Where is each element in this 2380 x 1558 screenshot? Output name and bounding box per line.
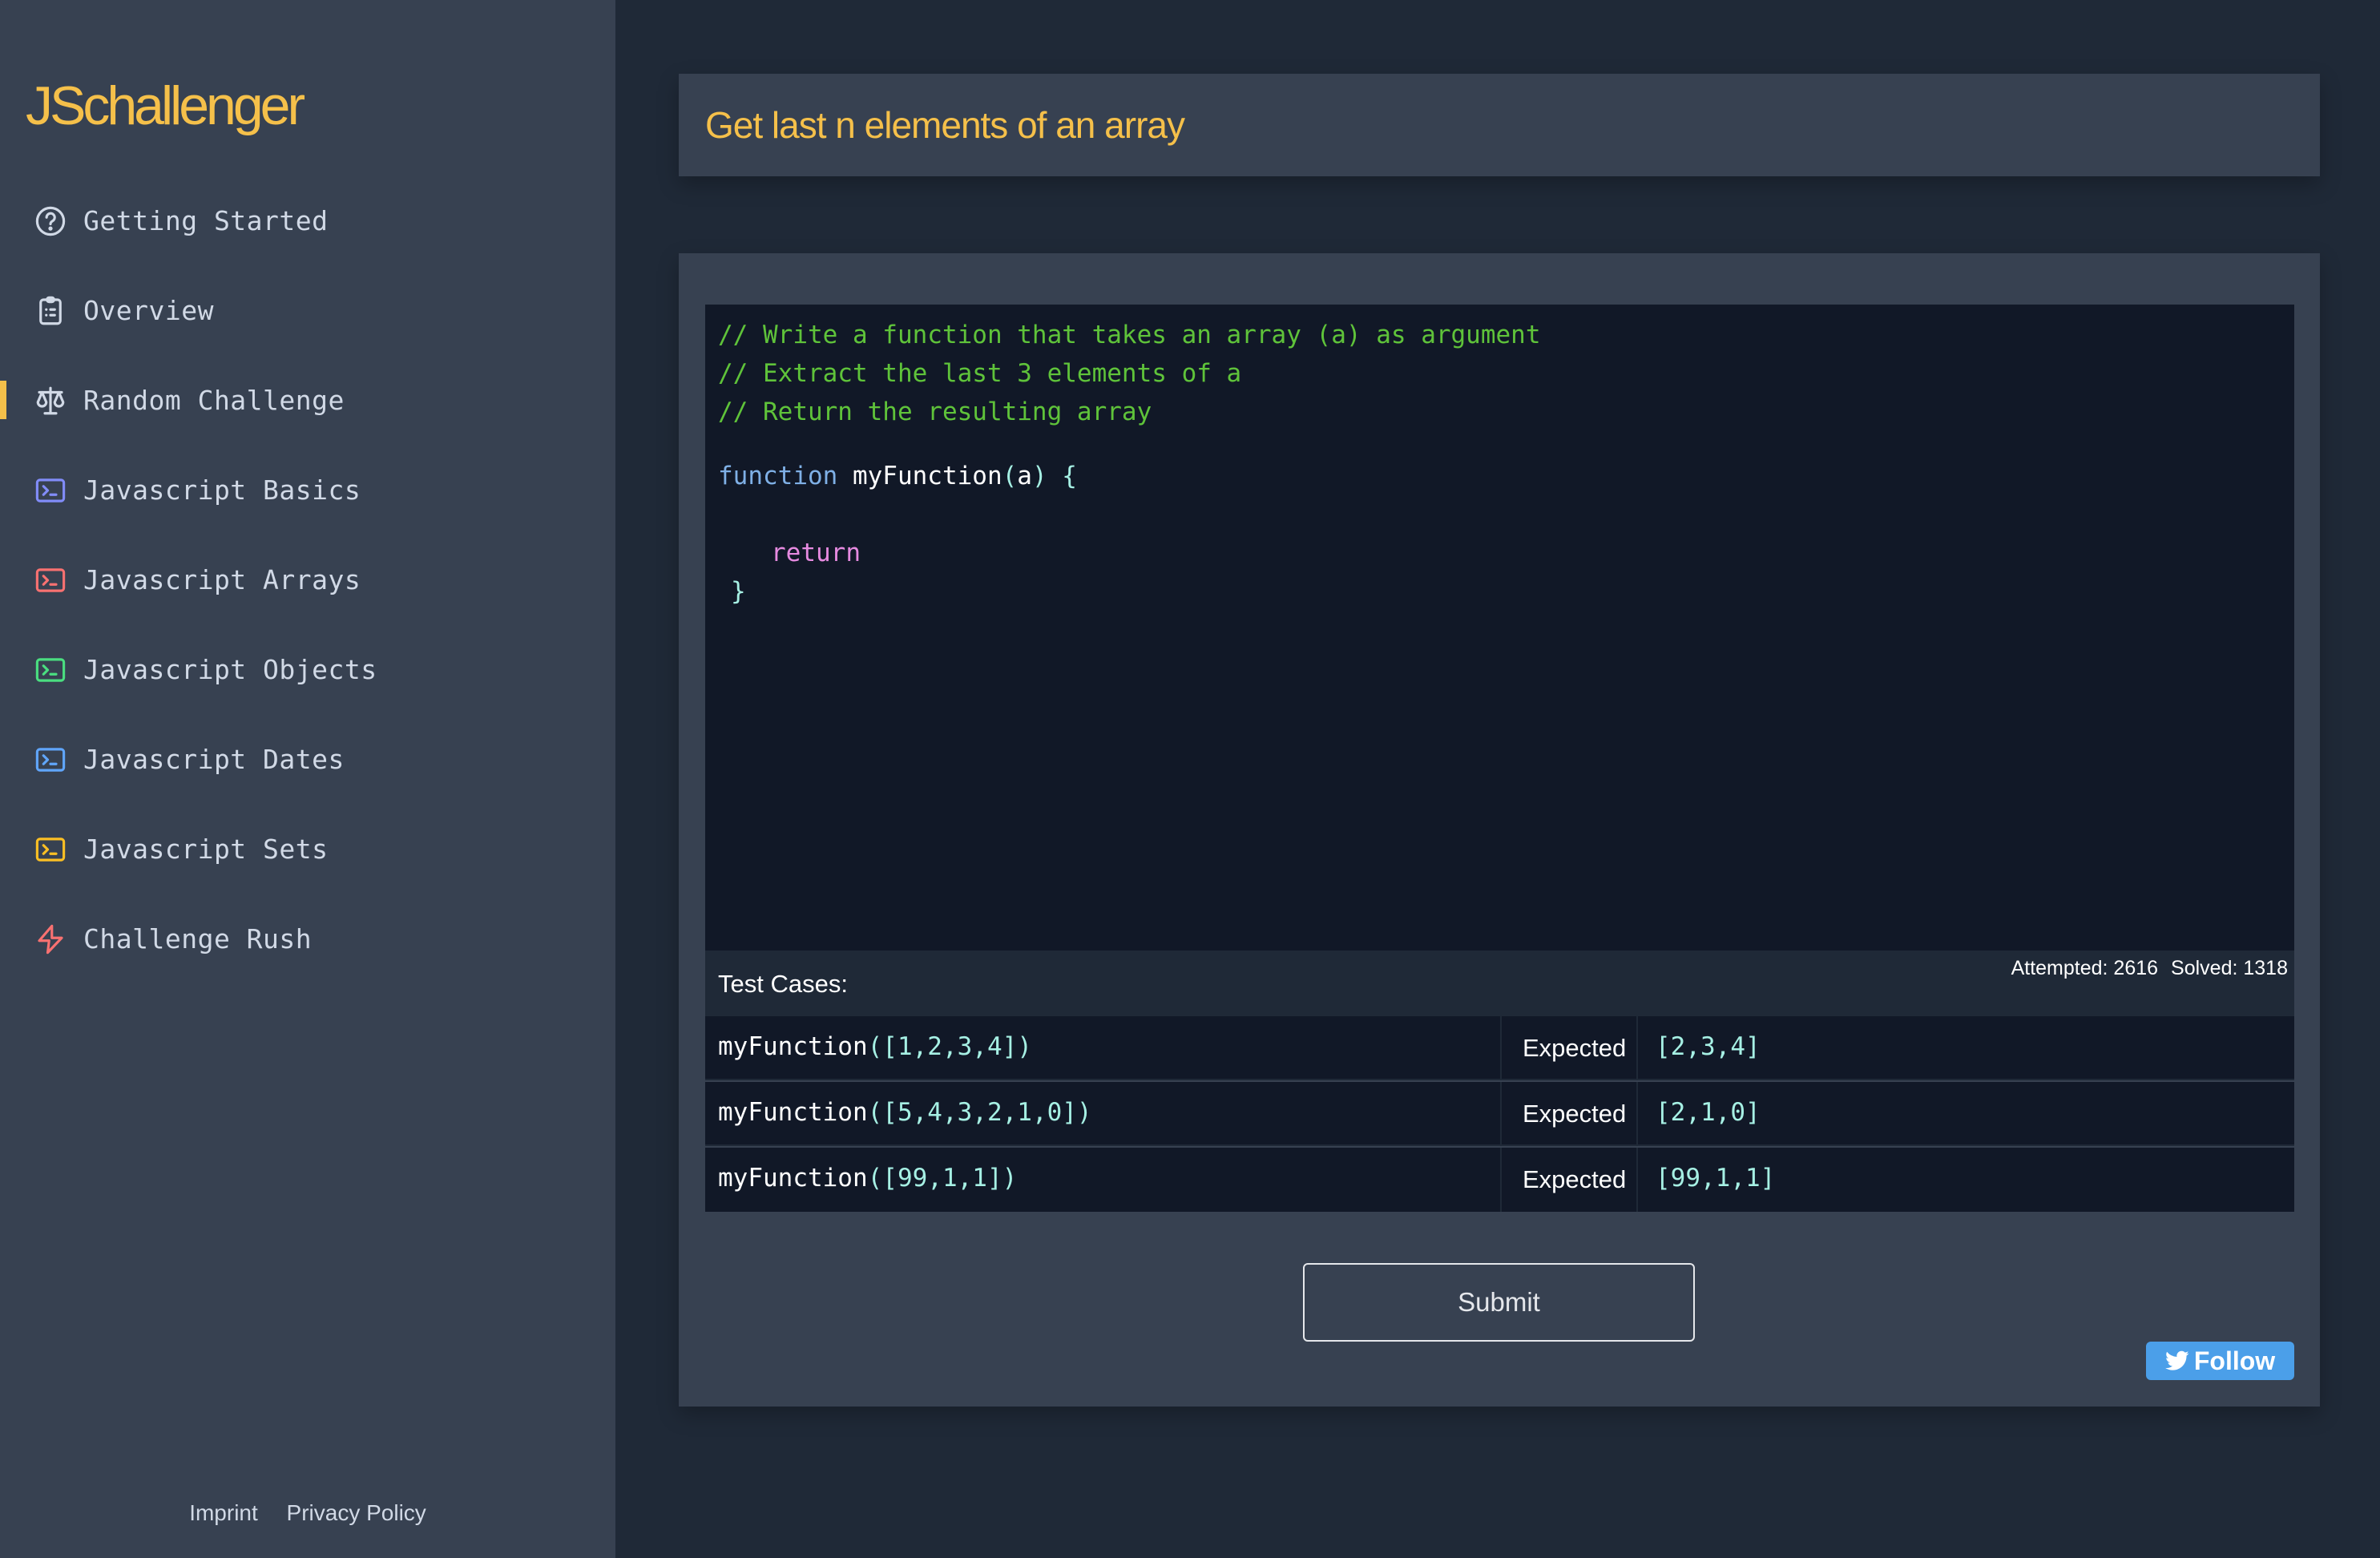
challenge-title-panel: Get last n elements of an array (679, 74, 2320, 176)
challenge-stats: Attempted: 2616 Solved: 1318 (1999, 957, 2288, 980)
sidebar-item-javascript-dates[interactable]: Javascript Dates (0, 727, 615, 791)
sidebar-item-javascript-arrays[interactable]: Javascript Arrays (0, 547, 615, 611)
test-case-row: myFunction([99,1,1]) Expected [99,1,1] (705, 1148, 2294, 1212)
sidebar-item-javascript-sets[interactable]: Javascript Sets (0, 817, 615, 881)
sidebar-item-label: Random Challenge (83, 384, 345, 416)
sidebar-item-label: Javascript Objects (83, 653, 377, 685)
sidebar-item-label: Challenge Rush (83, 922, 313, 955)
test-case-row: myFunction([5,4,3,2,1,0]) Expected [2,1,… (705, 1082, 2294, 1146)
expected-label: Expected (1523, 1165, 1627, 1193)
question-circle-icon (35, 206, 66, 236)
sidebar-item-label: Javascript Arrays (83, 563, 361, 595)
code-close-brace: } (731, 577, 746, 606)
sidebar-item-label: Javascript Sets (83, 833, 329, 865)
sidebar: JSchallenger Getting Started Overview Ra… (0, 0, 615, 1558)
attempted-count: Attempted: 2616 (2011, 957, 2159, 979)
column-divider (1636, 1148, 1638, 1212)
test-fn: myFunction (718, 1164, 868, 1193)
code-editor[interactable]: // Write a function that takes an array … (705, 305, 2294, 951)
sidebar-item-javascript-basics[interactable]: Javascript Basics (0, 458, 615, 522)
test-fn: myFunction (718, 1098, 868, 1127)
code-fn-name: myFunction (852, 462, 1002, 490)
test-arg: ([1,2,3,4]) (867, 1032, 1032, 1061)
expected-value: [2,3,4] (1656, 1032, 1761, 1061)
terminal-icon (35, 478, 66, 503)
expected-label: Expected (1523, 1100, 1627, 1128)
submit-button[interactable]: Submit (1303, 1263, 1695, 1342)
sidebar-footer: Imprint Privacy Policy (0, 1500, 615, 1526)
sidebar-item-label: Overview (83, 294, 214, 326)
lightning-icon (38, 924, 63, 955)
code-param: a (1017, 462, 1032, 490)
column-divider (1636, 1016, 1638, 1080)
terminal-icon (35, 838, 66, 862)
code-comment: // Return the resulting array (718, 398, 1152, 426)
terminal-icon (35, 748, 66, 772)
code-punct: ) { (1031, 462, 1077, 490)
test-case-row: myFunction([1,2,3,4]) Expected [2,3,4] (705, 1016, 2294, 1080)
test-call: myFunction([99,1,1]) (718, 1164, 1017, 1193)
follow-label: Follow (2193, 1346, 2276, 1375)
test-arg: ([5,4,3,2,1,0]) (867, 1098, 1092, 1127)
terminal-icon (35, 568, 66, 592)
challenge-panel: // Write a function that takes an array … (679, 253, 2320, 1407)
sidebar-item-label: Javascript Dates (83, 743, 345, 775)
active-indicator (0, 381, 6, 419)
clipboard-list-icon (39, 296, 62, 325)
twitter-follow-button[interactable]: Follow (2146, 1342, 2294, 1380)
sidebar-item-overview[interactable]: Overview (0, 278, 615, 342)
code-punct: ( (1002, 462, 1018, 490)
test-call: myFunction([1,2,3,4]) (718, 1032, 1032, 1061)
logo[interactable]: JSchallenger (26, 74, 305, 138)
terminal-icon (35, 658, 66, 682)
code-keyword: function (718, 462, 838, 490)
sidebar-item-random-challenge[interactable]: Random Challenge (0, 368, 615, 432)
column-divider (1636, 1082, 1638, 1146)
expected-value: [99,1,1] (1656, 1164, 1776, 1193)
code-function-signature: function myFunction(a) { (718, 460, 1077, 492)
sidebar-item-label: Getting Started (83, 204, 329, 236)
test-arg: ([99,1,1]) (867, 1164, 1018, 1193)
test-call: myFunction([5,4,3,2,1,0]) (718, 1098, 1092, 1127)
sidebar-item-javascript-objects[interactable]: Javascript Objects (0, 637, 615, 701)
twitter-icon (2164, 1350, 2189, 1370)
code-comment: // Extract the last 3 elements of a (718, 359, 1242, 388)
scale-icon (36, 386, 65, 415)
sidebar-item-getting-started[interactable]: Getting Started (0, 188, 615, 252)
expected-label: Expected (1523, 1034, 1627, 1062)
expected-value: [2,1,0] (1656, 1098, 1761, 1127)
privacy-policy-link[interactable]: Privacy Policy (287, 1500, 426, 1525)
column-divider (1500, 1082, 1502, 1146)
column-divider (1500, 1148, 1502, 1212)
imprint-link[interactable]: Imprint (189, 1500, 258, 1525)
test-cases-label: Test Cases: (718, 970, 848, 998)
test-cases-header: Test Cases: Attempted: 2616 Solved: 1318 (705, 951, 2294, 1016)
sidebar-item-label: Javascript Basics (83, 474, 361, 506)
code-return: return (771, 539, 861, 567)
code-comment: // Write a function that takes an array … (718, 321, 1541, 349)
solved-count: Solved: 1318 (2171, 957, 2288, 979)
challenge-title: Get last n elements of an array (705, 104, 1185, 146)
column-divider (1500, 1016, 1502, 1080)
test-fn: myFunction (718, 1032, 868, 1061)
sidebar-item-challenge-rush[interactable]: Challenge Rush (0, 906, 615, 971)
